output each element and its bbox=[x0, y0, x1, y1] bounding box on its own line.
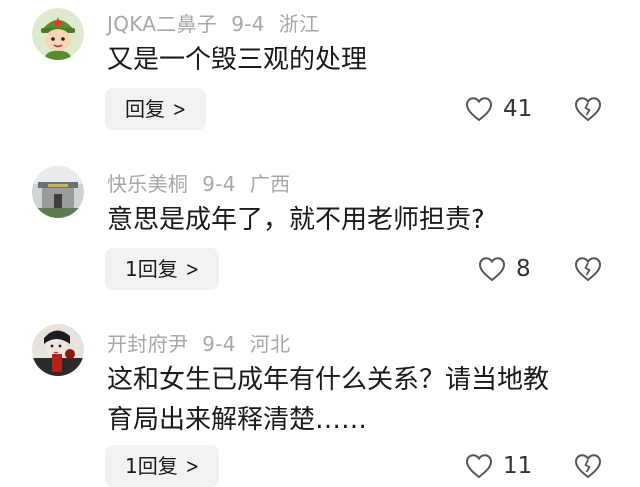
comment-text-line: 这和女生已成年有什么关系？请当地教 bbox=[107, 365, 550, 395]
gate-photo-avatar-icon bbox=[32, 166, 84, 218]
avatar[interactable] bbox=[32, 324, 84, 376]
comment-text: 这和女生已成年有什么关系？请当地教 育局出来解释清楚…… bbox=[107, 360, 607, 440]
username[interactable]: 开封府尹 bbox=[107, 332, 188, 356]
comment-item: JQKA二鼻子 9-4 浙江 又是一个毁三观的处理 回复 > 41 bbox=[0, 0, 640, 150]
comment-text: 又是一个毁三观的处理 bbox=[107, 40, 607, 80]
like-button[interactable]: 11 bbox=[465, 445, 532, 487]
comment-item: 快乐美桐 9-4 广西 意思是成年了，就不用老师担责? 1回复 > 8 bbox=[0, 160, 640, 310]
dislike-button[interactable] bbox=[574, 88, 602, 130]
reply-label: 1回复 bbox=[125, 257, 178, 281]
heart-outline-icon bbox=[465, 454, 493, 479]
reply-button[interactable]: 1回复 > bbox=[105, 445, 219, 487]
comment-location: 浙江 bbox=[278, 12, 320, 36]
comment-text-line: 意思是成年了，就不用老师担责? bbox=[107, 205, 485, 235]
opera-figure-avatar-icon bbox=[32, 324, 84, 376]
comment-meta: 开封府尹 9-4 河北 bbox=[107, 328, 304, 357]
dislike-button[interactable] bbox=[574, 445, 602, 487]
like-button[interactable]: 41 bbox=[465, 88, 532, 130]
reply-button[interactable]: 1回复 > bbox=[105, 248, 219, 290]
broken-heart-icon bbox=[574, 257, 602, 282]
username[interactable]: JQKA二鼻子 bbox=[107, 12, 217, 36]
comment-item: 开封府尹 9-4 河北 这和女生已成年有什么关系？请当地教 育局出来解释清楚…… 1… bbox=[0, 320, 640, 487]
avatar[interactable] bbox=[32, 166, 84, 218]
reply-label: 1回复 bbox=[125, 454, 178, 478]
like-count: 8 bbox=[516, 256, 531, 282]
comment-date: 9-4 bbox=[231, 12, 265, 36]
comment-meta: 快乐美桐 9-4 广西 bbox=[107, 168, 304, 197]
chevron-right-icon: > bbox=[185, 257, 199, 281]
like-button[interactable]: 8 bbox=[478, 248, 531, 290]
heart-outline-icon bbox=[478, 257, 506, 282]
comment-text: 意思是成年了，就不用老师担责? bbox=[107, 200, 607, 240]
username[interactable]: 快乐美桐 bbox=[107, 172, 188, 196]
comment-meta: JQKA二鼻子 9-4 浙江 bbox=[107, 8, 333, 37]
comment-date: 9-4 bbox=[202, 332, 236, 356]
reply-label: 回复 bbox=[125, 97, 165, 121]
avatar[interactable] bbox=[32, 8, 84, 60]
broken-heart-icon bbox=[574, 97, 602, 122]
like-count: 41 bbox=[503, 96, 533, 122]
comment-text-line: 育局出来解释清楚…… bbox=[107, 405, 368, 435]
reply-button[interactable]: 回复 > bbox=[105, 88, 206, 130]
comment-text-line: 又是一个毁三观的处理 bbox=[107, 45, 368, 75]
like-count: 11 bbox=[503, 453, 533, 479]
heart-outline-icon bbox=[465, 97, 493, 122]
dislike-button[interactable] bbox=[574, 248, 602, 290]
chevron-right-icon: > bbox=[172, 97, 187, 121]
chevron-right-icon: > bbox=[185, 454, 199, 478]
broken-heart-icon bbox=[574, 454, 602, 479]
comment-location: 河北 bbox=[249, 332, 291, 356]
cartoon-soldier-avatar-icon bbox=[32, 8, 84, 60]
comment-date: 9-4 bbox=[202, 172, 236, 196]
comment-location: 广西 bbox=[249, 172, 291, 196]
